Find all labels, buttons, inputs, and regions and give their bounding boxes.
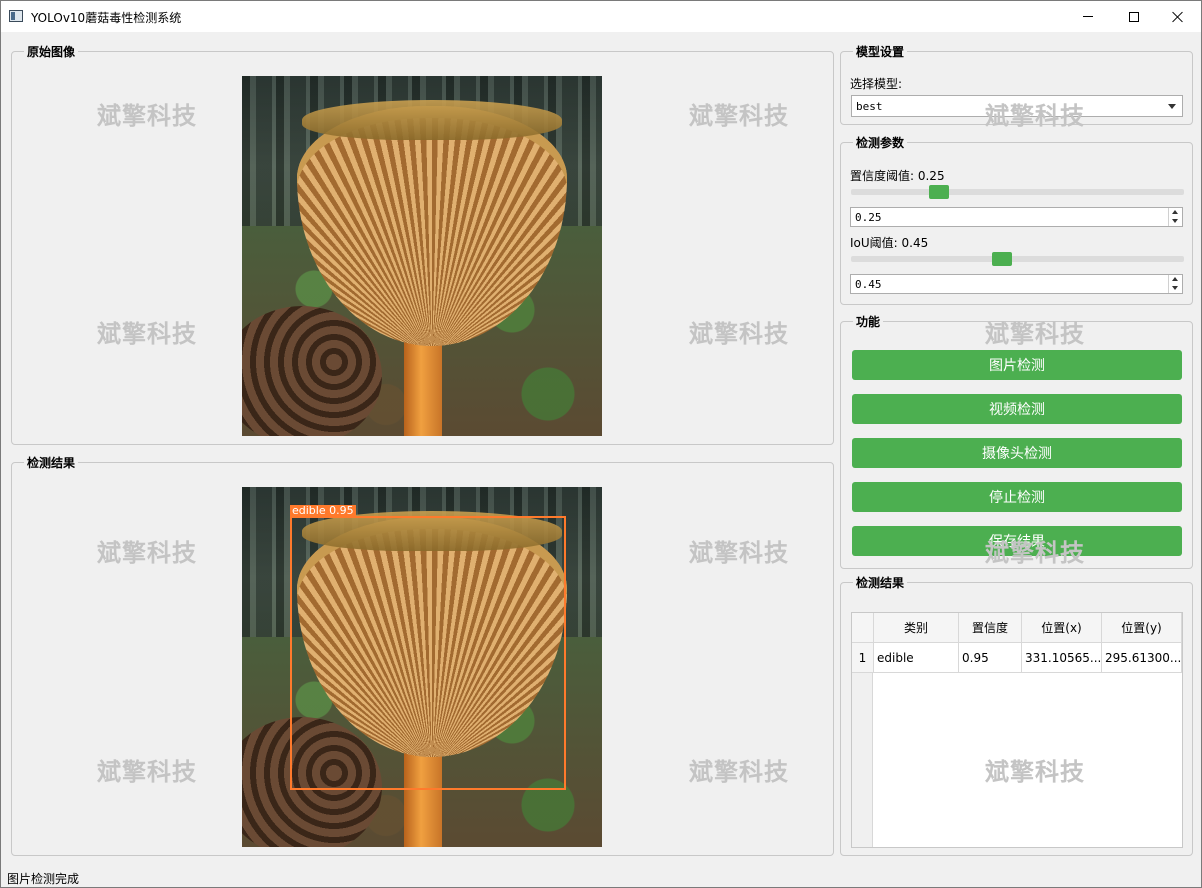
save-results-button[interactable]: 保存结果 [852, 526, 1182, 556]
camera-detect-button[interactable]: 摄像头检测 [852, 438, 1182, 468]
video-detect-button[interactable]: 视频检测 [852, 394, 1182, 424]
iou-label: IoU阈值: 0.45 [850, 236, 929, 250]
table-cell-confidence[interactable]: 0.95 [959, 643, 1022, 673]
spin-down-icon[interactable] [1172, 219, 1178, 223]
confidence-spinbox-value: 0.25 [855, 211, 882, 224]
detection-params-group: 检测参数 置信度阈值: 0.25 0.25 IoU阈值: 0.45 0.45 [840, 134, 1193, 305]
detection-params-title: 检测参数 [853, 134, 908, 151]
confidence-label: 置信度阈值: 0.25 [850, 169, 945, 183]
app-icon [9, 10, 23, 22]
iou-slider[interactable] [851, 252, 1184, 266]
row-number[interactable]: 1 [852, 643, 874, 673]
functions-group: 功能 图片检测 视频检测 摄像头检测 停止检测 保存结果 [840, 313, 1193, 569]
result-image: edible 0.95 [242, 487, 602, 847]
result-image-title: 检测结果 [24, 454, 79, 471]
table-cell-class[interactable]: edible [874, 643, 959, 673]
spin-down-icon[interactable] [1172, 286, 1178, 290]
detection-label: edible 0.95 [290, 504, 356, 517]
table-cell-x[interactable]: 331.10565... [1022, 643, 1102, 673]
app-window: YOLOv10蘑菇毒性检测系统 原始图像 检测结果 edible 0.95 模型… [0, 0, 1202, 888]
column-header-confidence[interactable]: 置信度 [959, 613, 1022, 643]
close-icon [1172, 11, 1184, 23]
chevron-down-icon [1168, 104, 1176, 109]
confidence-spinbox[interactable]: 0.25 [850, 207, 1183, 227]
stop-detect-button[interactable]: 停止检测 [852, 482, 1182, 512]
confidence-slider-handle[interactable] [929, 185, 949, 199]
minimize-icon [1083, 16, 1093, 17]
maximize-icon [1129, 11, 1139, 22]
close-button[interactable] [1155, 1, 1201, 32]
spin-up-icon[interactable] [1172, 277, 1178, 281]
column-header-x[interactable]: 位置(x) [1022, 613, 1102, 643]
window-title: YOLOv10蘑菇毒性检测系统 [31, 11, 182, 25]
iou-spinbox[interactable]: 0.45 [850, 274, 1183, 294]
select-model-label: 选择模型: [850, 77, 903, 91]
table-corner[interactable] [852, 613, 874, 643]
model-settings-group: 模型设置 选择模型: best [840, 43, 1193, 125]
original-image-group: 原始图像 [11, 43, 834, 445]
column-header-class[interactable]: 类别 [874, 613, 959, 643]
status-bar-text: 图片检测完成 [7, 872, 80, 886]
model-settings-title: 模型设置 [853, 43, 908, 60]
original-image [242, 76, 602, 436]
functions-title: 功能 [853, 313, 884, 330]
iou-slider-handle[interactable] [992, 252, 1012, 266]
results-table[interactable]: 类别 置信度 位置(x) 位置(y) 1 edible 0.95 331.105… [851, 612, 1183, 848]
table-cell-y[interactable]: 295.61300... [1102, 643, 1182, 673]
result-image-group: 检测结果 edible 0.95 [11, 454, 834, 856]
results-group: 检测结果 类别 置信度 位置(x) 位置(y) 1 edible 0.95 33… [840, 574, 1193, 856]
confidence-slider[interactable] [851, 185, 1184, 199]
detection-bounding-box [290, 516, 566, 790]
iou-spinbox-value: 0.45 [855, 278, 882, 291]
maximize-button[interactable] [1111, 1, 1157, 32]
title-bar[interactable]: YOLOv10蘑菇毒性检测系统 [1, 1, 1201, 32]
model-select-value: best [856, 100, 883, 113]
model-select[interactable]: best [851, 95, 1183, 117]
spin-up-icon[interactable] [1172, 210, 1178, 214]
results-title: 检测结果 [853, 574, 908, 591]
image-detect-button[interactable]: 图片检测 [852, 350, 1182, 380]
original-image-title: 原始图像 [24, 43, 79, 60]
column-header-y[interactable]: 位置(y) [1102, 613, 1182, 643]
row-header-strip [852, 673, 873, 847]
minimize-button[interactable] [1065, 1, 1111, 32]
